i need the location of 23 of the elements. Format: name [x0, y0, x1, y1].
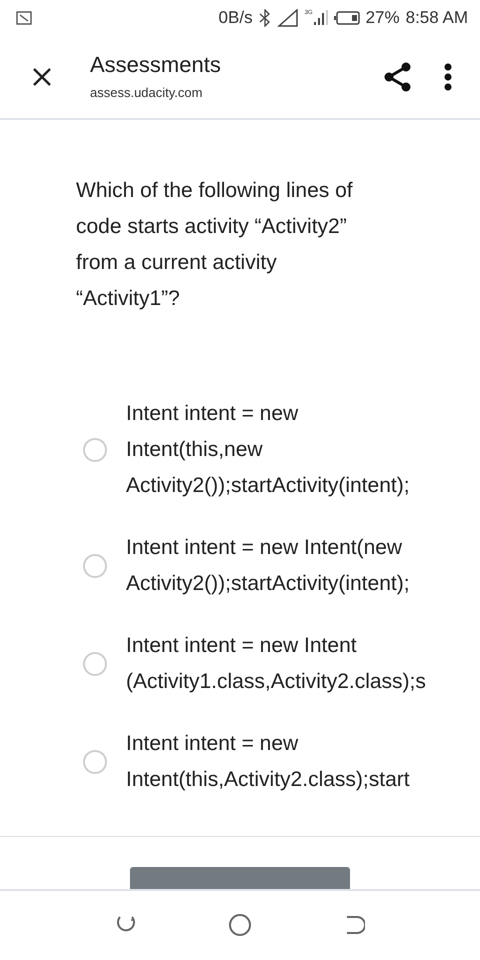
- answer-option-text: Intent intent = new Intent(new Activity2());startActivity(intent);: [126, 534, 410, 597]
- signal-icon: [276, 8, 299, 27]
- answer-option-text: Intent intent = new Intent (Activity1.class,Activity2.class);s: [126, 632, 426, 695]
- battery-icon: [334, 10, 360, 25]
- signal-bars-icon: [314, 10, 328, 26]
- battery-level: 27%: [366, 7, 400, 30]
- question-text: Which of the following lines of code starts activity “Activity2” from a current activity “Activity1”?: [76, 178, 354, 312]
- share-icon: [384, 62, 412, 92]
- page-title: Assessments: [90, 51, 221, 80]
- answer-option-text: Intent intent = new Intent(this,Activity2.class);start: [126, 730, 410, 793]
- page-url: assess.udacity.com: [90, 84, 204, 102]
- home-icon[interactable]: [228, 913, 252, 938]
- radio-button[interactable]: [83, 554, 107, 578]
- clock-time: 8:58 AM: [406, 7, 468, 30]
- radio-button[interactable]: [83, 438, 107, 462]
- network-speed: 0B/s: [218, 7, 253, 30]
- answer-option-text: Intent intent = new Intent(this,new Activity2());startActivity(intent);: [126, 400, 410, 499]
- screenshot-icon: [16, 10, 32, 25]
- close-icon: [32, 66, 52, 87]
- more-icon: [444, 62, 452, 91]
- radio-button[interactable]: [83, 750, 107, 774]
- bluetooth-icon: [258, 8, 271, 27]
- radio-button[interactable]: [83, 652, 107, 676]
